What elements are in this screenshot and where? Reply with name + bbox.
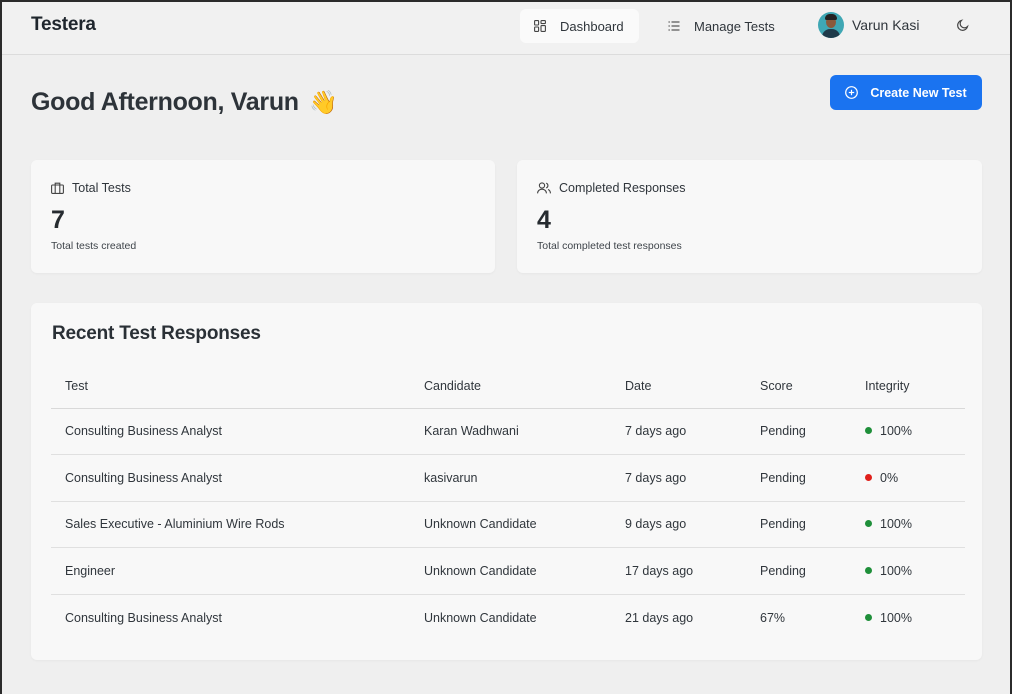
- cell-score: Pending: [760, 547, 865, 595]
- nav-manage-tests-label: Manage Tests: [694, 18, 775, 34]
- cell-integrity: 100%: [865, 501, 965, 548]
- avatar: [818, 12, 844, 38]
- users-icon: [537, 182, 551, 194]
- cell-candidate: Unknown Candidate: [424, 610, 537, 625]
- user-name: Varun Kasi: [852, 17, 920, 33]
- cell-date: 21 days ago: [625, 610, 694, 625]
- cell-date: 7 days ago: [625, 454, 760, 502]
- integrity-status-dot: [865, 473, 872, 481]
- cell-score: Pending: [760, 454, 865, 502]
- stat-label: Completed Responses: [559, 181, 686, 195]
- cell-candidate: Karan Wadhwani: [424, 408, 625, 455]
- column-header-date: Date: [625, 365, 760, 409]
- cell-integrity: 100%: [865, 594, 965, 641]
- top-navbar: Testera Dashboard Manage Tests Varun Kas…: [0, 0, 1012, 55]
- integrity-value: 100%: [880, 517, 912, 532]
- responses-table: Test Candidate Date Score Integrity Cons…: [51, 365, 965, 641]
- plus-circle-icon: [845, 86, 859, 99]
- integrity-value: 100%: [880, 563, 912, 578]
- table-row[interactable]: Consulting Business Analyst kasivarun 7 …: [51, 454, 965, 502]
- stat-label: Total Tests: [72, 181, 131, 195]
- cell-test: Engineer: [51, 547, 424, 595]
- cell-test: Consulting Business Analyst: [51, 408, 424, 455]
- stat-description: Total tests created: [51, 240, 137, 252]
- integrity-value: 100%: [880, 610, 912, 625]
- cell-date: 9 days ago: [625, 501, 760, 548]
- table-row[interactable]: Engineer Unknown Candidate 17 days ago P…: [51, 547, 965, 595]
- recent-responses-card: Recent Test Responses Test Candidate Dat…: [31, 303, 982, 660]
- brand-logo[interactable]: Testera: [31, 14, 96, 36]
- cell-score: Pending: [760, 408, 865, 455]
- cell-integrity: 100%: [865, 547, 965, 595]
- cell-integrity: 100%: [865, 408, 965, 455]
- cell-test: Consulting Business Analyst: [65, 610, 223, 625]
- theme-toggle-button[interactable]: [956, 19, 969, 37]
- stat-value: 4: [537, 206, 551, 234]
- list-icon: [668, 21, 680, 31]
- grid-icon: [534, 20, 546, 32]
- create-new-test-label: Create New Test: [870, 85, 967, 100]
- nav-dashboard-label: Dashboard: [560, 18, 624, 34]
- page-title: Good Afternoon, Varun 👋: [31, 88, 338, 117]
- table-row[interactable]: Consulting Business Analyst Karan Wadhwa…: [51, 408, 965, 455]
- column-header-candidate: Candidate: [424, 365, 625, 409]
- integrity-value: 0%: [880, 470, 899, 485]
- column-header-integrity: Integrity: [865, 365, 965, 409]
- greeting-text: Good Afternoon, Varun: [31, 88, 299, 116]
- create-new-test-button[interactable]: Create New Test: [830, 75, 982, 110]
- cell-test: Sales Executive - Aluminium Wire Rods: [51, 501, 424, 548]
- column-header-score: Score: [760, 365, 865, 409]
- section-title: Recent Test Responses: [52, 323, 261, 344]
- stat-value: 7: [51, 206, 65, 234]
- table-row[interactable]: Consulting Business Analyst Unknown Cand…: [51, 594, 965, 641]
- table-header-row: Test Candidate Date Score Integrity: [51, 365, 965, 409]
- integrity-status-dot: [865, 427, 872, 435]
- integrity-status-dot: [865, 566, 872, 574]
- cell-candidate: Unknown Candidate: [424, 501, 625, 548]
- cell-integrity: 0%: [865, 454, 965, 502]
- user-menu[interactable]: Varun Kasi: [818, 12, 919, 38]
- stat-card-total-tests: Total Tests 7 Total tests created: [31, 160, 495, 273]
- cell-candidate: kasivarun: [424, 454, 625, 502]
- nav-dashboard[interactable]: Dashboard: [520, 9, 639, 43]
- wave-emoji: 👋: [309, 89, 338, 115]
- integrity-value: 100%: [880, 424, 912, 439]
- cell-score: Pending: [760, 501, 865, 548]
- nav-manage-tests[interactable]: Manage Tests: [654, 9, 789, 43]
- briefcase-icon: [51, 182, 64, 194]
- integrity-status-dot: [865, 520, 872, 528]
- cell-score: 67%: [760, 610, 786, 625]
- integrity-status-dot: [865, 613, 872, 621]
- stat-card-completed-responses: Completed Responses 4 Total completed te…: [517, 160, 982, 273]
- stat-description: Total completed test responses: [537, 240, 682, 252]
- cell-date: 17 days ago: [625, 547, 760, 595]
- cell-date: 7 days ago: [625, 408, 760, 455]
- cell-test: Consulting Business Analyst: [51, 454, 424, 502]
- column-header-test: Test: [51, 365, 424, 409]
- moon-icon: [957, 19, 969, 31]
- cell-candidate: Unknown Candidate: [424, 547, 625, 595]
- table-row[interactable]: Sales Executive - Aluminium Wire Rods Un…: [51, 501, 965, 548]
